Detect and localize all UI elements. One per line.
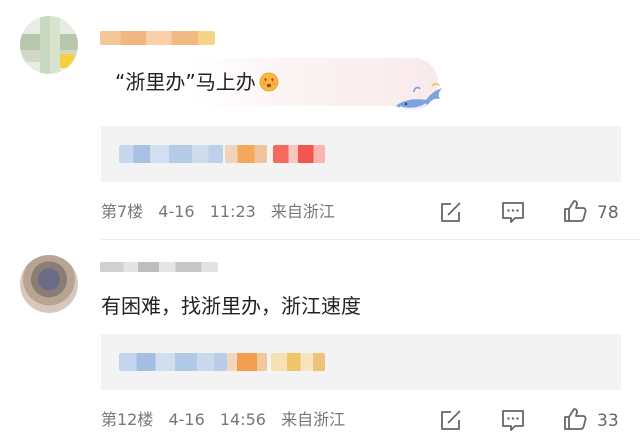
comment-date: 4-16 <box>158 202 195 221</box>
username-blurred[interactable] <box>100 31 215 45</box>
comment-icon[interactable] <box>499 406 527 434</box>
avatar[interactable] <box>20 255 78 313</box>
comment-icon[interactable] <box>499 198 527 226</box>
comment-time: 11:23 <box>209 202 256 221</box>
verified-badge-icon <box>60 54 74 68</box>
reply-preview[interactable] <box>101 126 621 182</box>
like-icon[interactable] <box>561 197 589 225</box>
comment-text-label: “浙里办”马上办 <box>115 70 256 94</box>
comment-date: 4-16 <box>168 410 205 429</box>
floor-number: 第7楼 <box>101 202 144 221</box>
comment-meta: 第7楼 4-16 11:23 来自浙江 <box>101 202 335 222</box>
blurred-reply-text <box>119 145 223 163</box>
comment-text: 有困难，找浙里办，浙江速度 <box>101 294 361 318</box>
reply-preview[interactable] <box>101 334 621 390</box>
comment-meta: 第12楼 4-16 14:56 来自浙江 <box>101 410 345 430</box>
blurred-reply-text <box>227 353 267 371</box>
whale-sticker-icon <box>396 82 442 110</box>
blurred-reply-text <box>119 353 227 371</box>
username-blurred[interactable] <box>100 262 218 272</box>
blurred-reply-text <box>225 145 267 163</box>
comment-time: 14:56 <box>219 410 266 429</box>
blurred-reply-text <box>273 145 325 163</box>
floor-number: 第12楼 <box>101 410 154 429</box>
avatar[interactable] <box>20 16 78 74</box>
divider <box>101 239 640 240</box>
like-count: 33 <box>597 411 619 431</box>
blurred-reply-text <box>271 353 325 371</box>
like-icon[interactable] <box>561 405 589 433</box>
heart-eyes-kiss-emoji-icon <box>259 72 279 92</box>
comment-location: 来自浙江 <box>281 410 346 429</box>
comment-text: “浙里办”马上办 <box>115 67 279 97</box>
like-count: 78 <box>597 203 619 223</box>
share-icon[interactable] <box>437 198 465 226</box>
share-icon[interactable] <box>437 406 465 434</box>
comment-location: 来自浙江 <box>270 202 335 221</box>
